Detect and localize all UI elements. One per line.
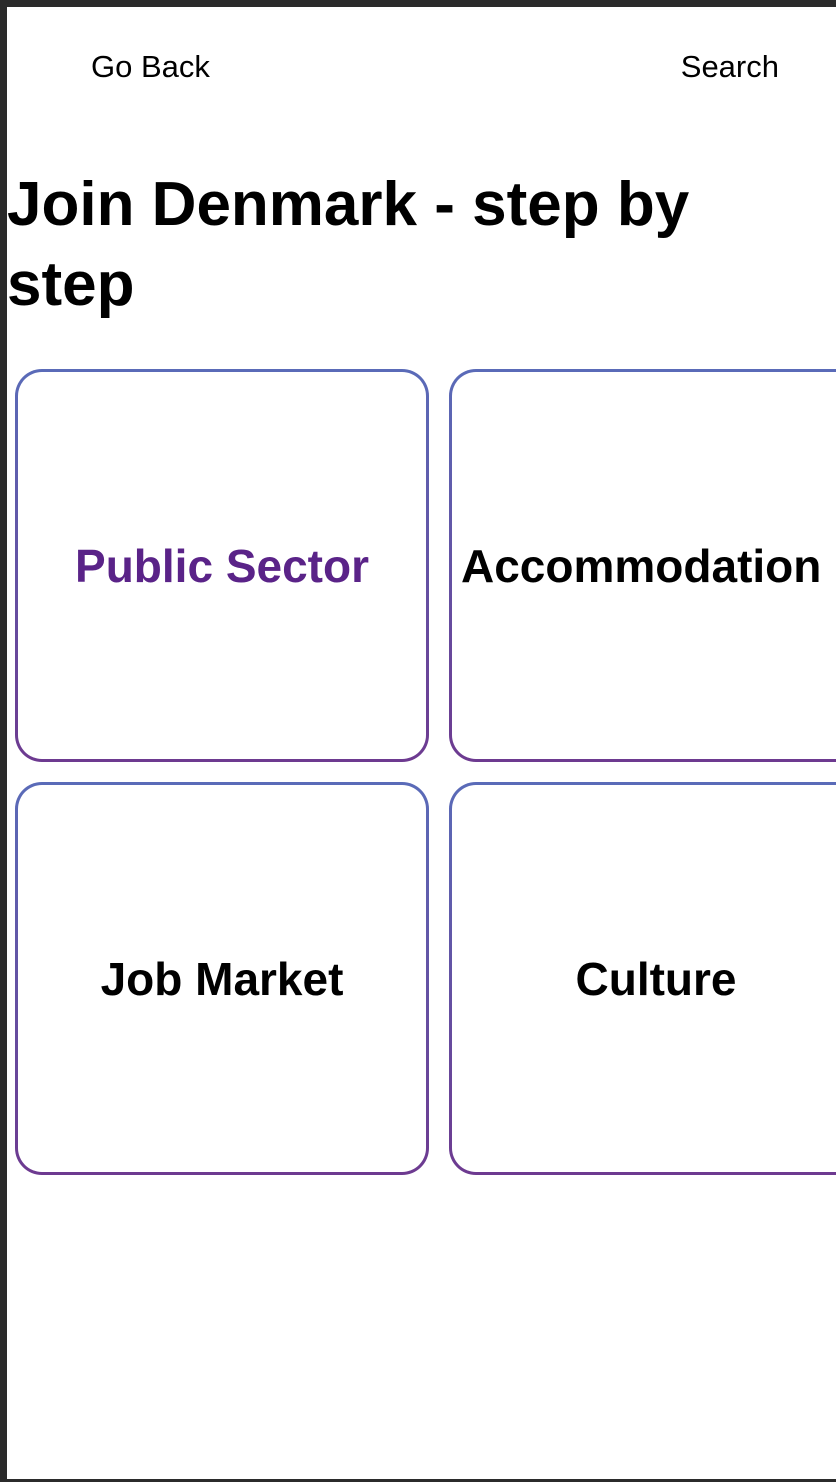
- app-screen: Go Back Search Join Denmark - step by st…: [7, 7, 836, 1479]
- category-label: Culture: [575, 952, 737, 1005]
- category-card-job-market[interactable]: Job Market: [15, 782, 429, 1175]
- category-card-public-sector[interactable]: Public Sector: [15, 369, 429, 762]
- category-label: Accommodation: [461, 539, 822, 592]
- category-card-accommodation[interactable]: Accommodation: [449, 369, 836, 762]
- go-back-button[interactable]: Go Back: [91, 47, 210, 87]
- page-title: Join Denmark - step by step: [7, 170, 690, 319]
- search-button[interactable]: Search: [681, 47, 779, 87]
- category-label: Public Sector: [75, 539, 369, 592]
- category-label: Job Market: [100, 952, 344, 1005]
- category-card-culture[interactable]: Culture: [449, 782, 836, 1175]
